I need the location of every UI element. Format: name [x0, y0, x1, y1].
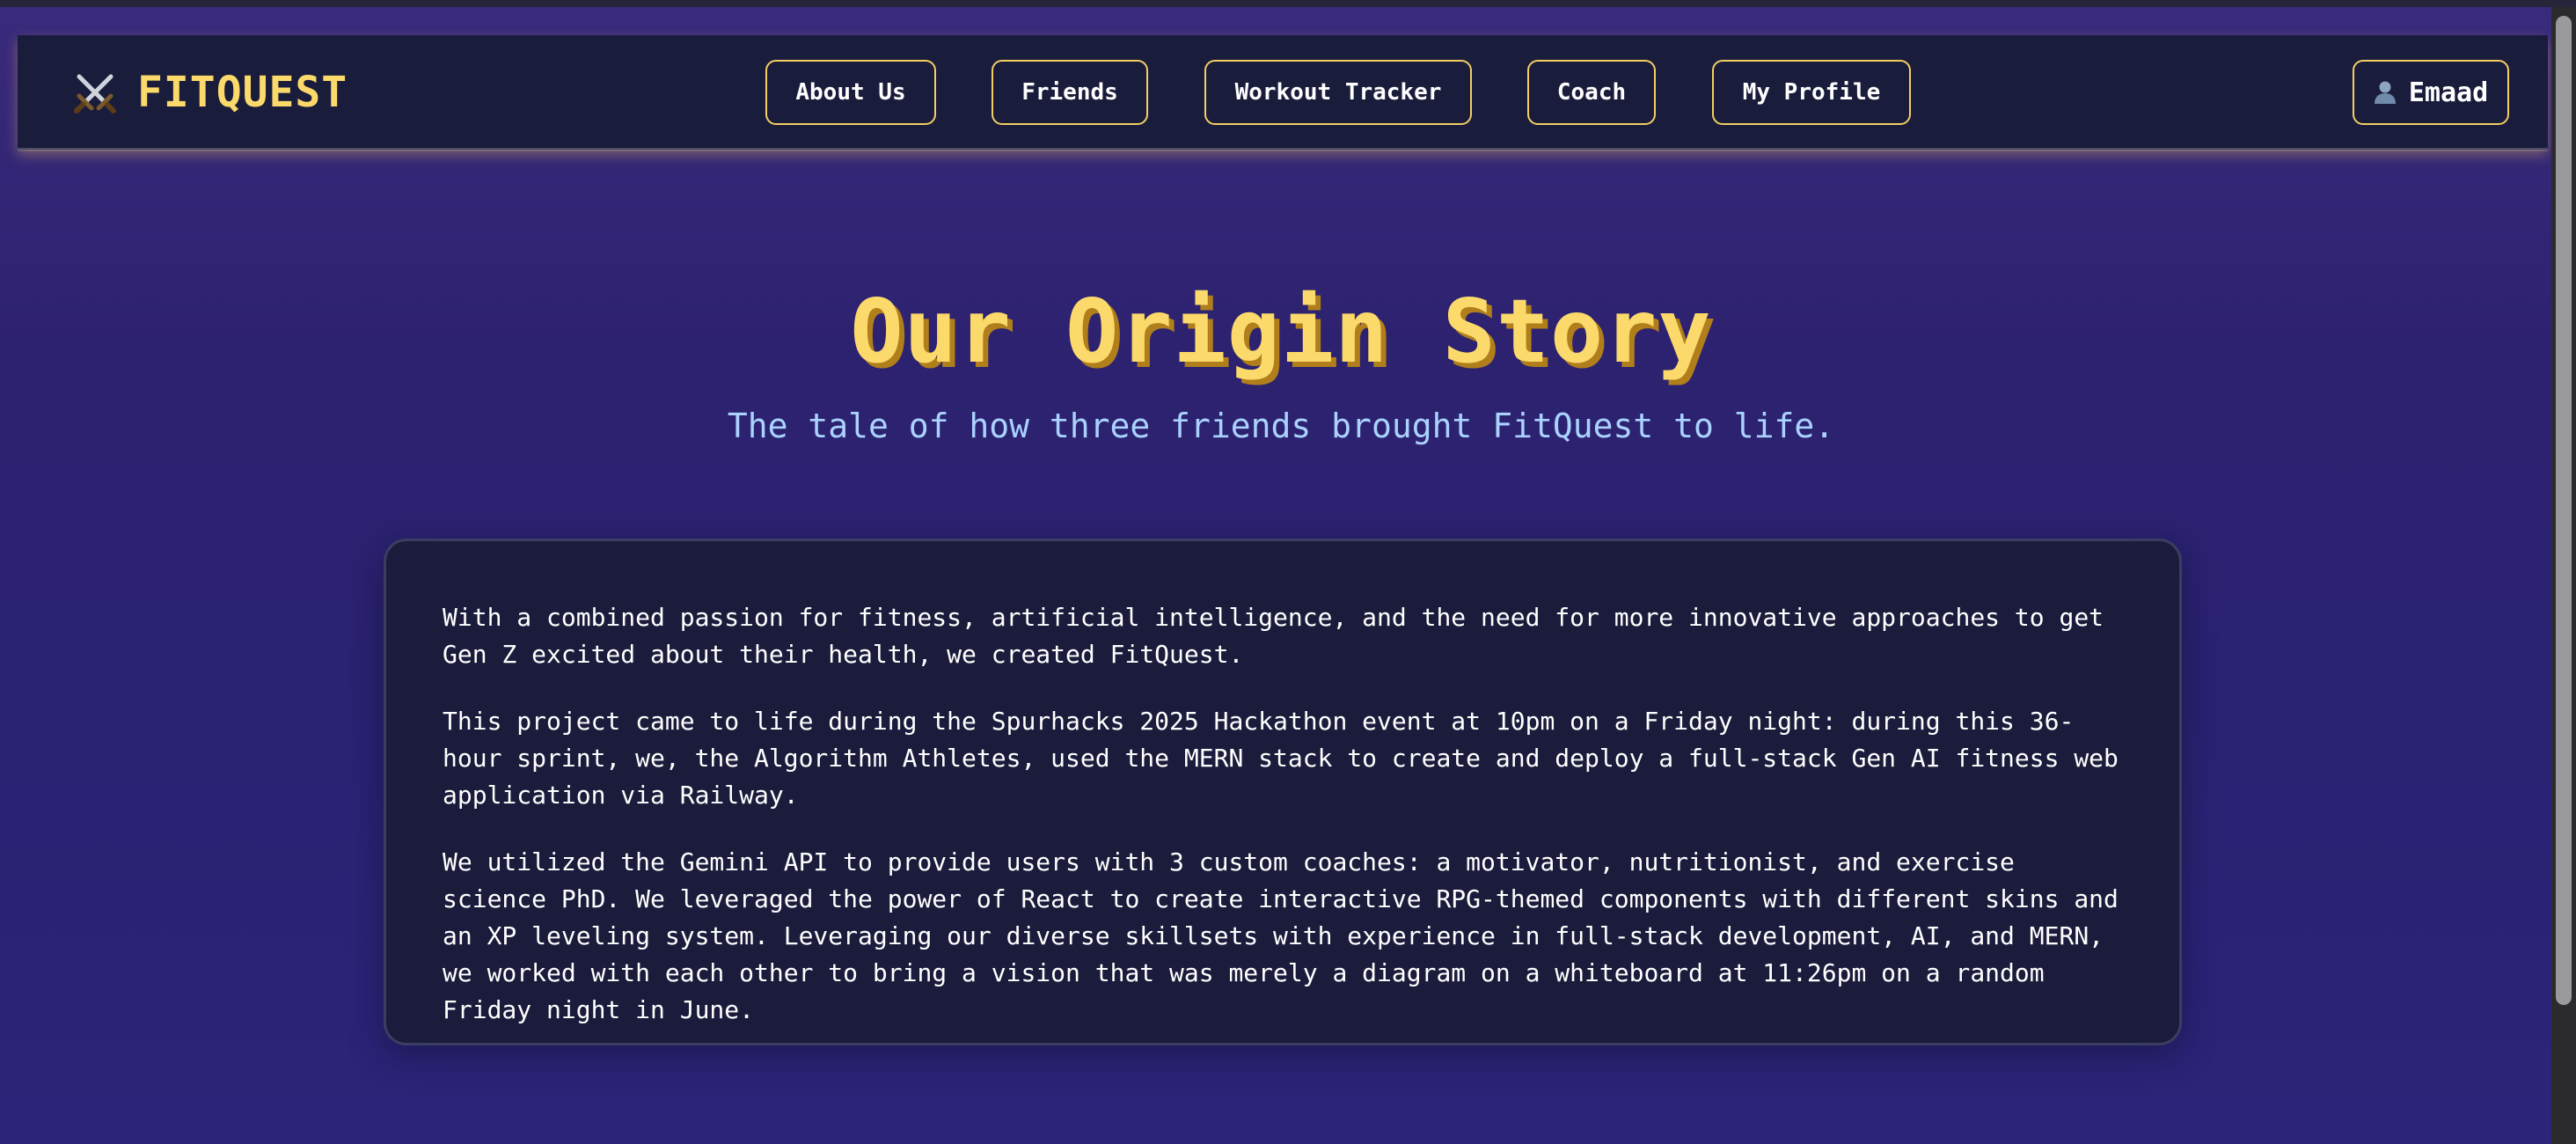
window-top-strip — [0, 0, 2576, 7]
nav-about-us-button[interactable]: About Us — [765, 60, 936, 125]
page-subtitle: The tale of how three friends brought Fi… — [727, 407, 1835, 445]
brand[interactable]: FITQUEST — [72, 65, 348, 120]
scrollbar-thumb[interactable] — [2556, 16, 2572, 1005]
story-paragraph-2: This project came to life during the Spu… — [443, 707, 2119, 810]
story-paragraph-3: We utilized the Gemini API to provide us… — [443, 847, 2119, 1024]
user-profile-button[interactable]: Emaad — [2353, 60, 2509, 125]
page-title: Our Origin Story — [850, 280, 1712, 383]
user-name: Emaad — [2408, 77, 2489, 108]
navbar: FITQUEST About Us Friends Workout Tracke… — [18, 35, 2548, 150]
nav-friends-button[interactable]: Friends — [992, 60, 1148, 125]
user-silhouette-icon — [2374, 81, 2396, 104]
story-paragraph-1: With a combined passion for fitness, art… — [443, 603, 2104, 669]
nav-my-profile-button[interactable]: My Profile — [1712, 60, 1911, 125]
nav-coach-button[interactable]: Coach — [1527, 60, 1656, 125]
origin-story-card: With a combined passion for fitness, art… — [384, 539, 2182, 1045]
nav-workout-tracker-button[interactable]: Workout Tracker — [1204, 60, 1472, 125]
crossed-swords-icon — [74, 74, 116, 114]
brand-name: FITQUEST — [137, 68, 348, 117]
